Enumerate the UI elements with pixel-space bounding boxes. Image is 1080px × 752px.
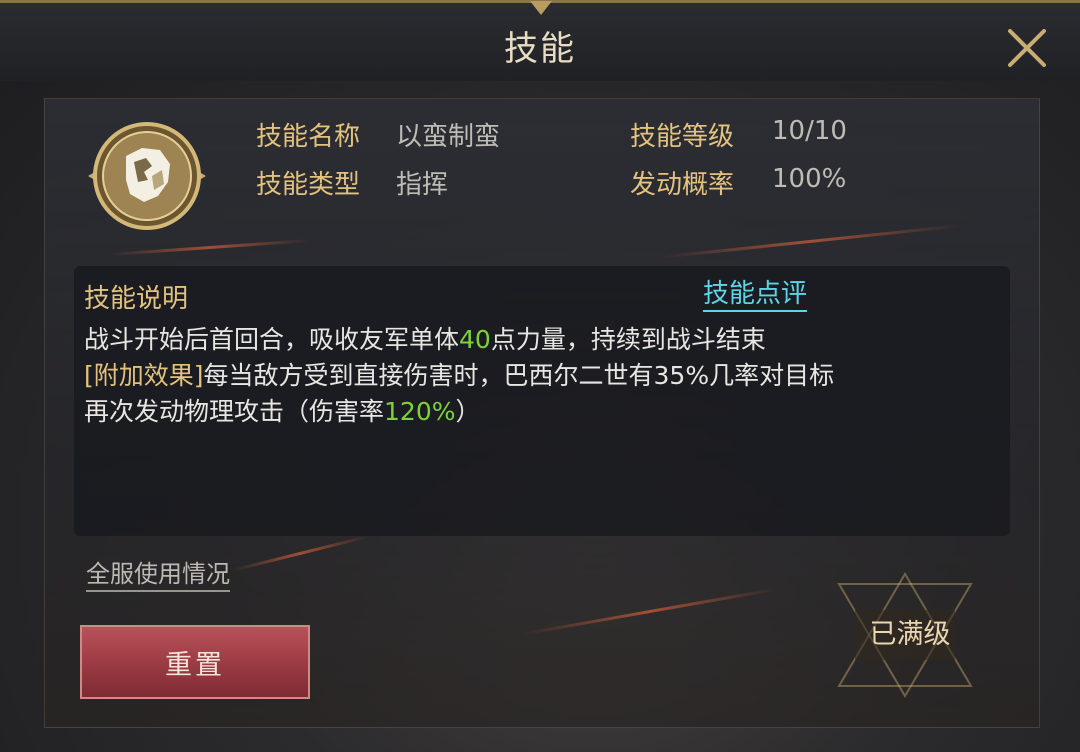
description-line-3: 再次发动物理攻击（伤害率120%） bbox=[84, 397, 481, 426]
title-bar: 技能 bbox=[0, 0, 1080, 81]
trigger-rate-value: 100% bbox=[772, 164, 847, 194]
server-usage-link[interactable]: 全服使用情况 bbox=[86, 558, 230, 592]
skill-level-label: 技能等级 bbox=[630, 122, 735, 152]
reset-button-label: 重置 bbox=[165, 649, 225, 681]
skill-name-label: 技能名称 bbox=[256, 122, 361, 152]
description-line-2: [附加效果]每当敌方受到直接伤害时，巴西尔二世有35%几率对目标 bbox=[84, 361, 835, 390]
skill-type-value: 指挥 bbox=[396, 170, 449, 200]
top-ornament-icon bbox=[530, 1, 552, 15]
description-text: 战斗开始后首回合，吸收友军单体40点力量，持续到战斗结束 [附加效果]每当敌方受… bbox=[84, 322, 994, 430]
skill-level-value: 10/10 bbox=[772, 116, 847, 146]
damage-rate-value: 120% bbox=[384, 397, 456, 426]
skill-name-value: 以蛮制蛮 bbox=[396, 122, 501, 152]
reset-button[interactable]: 重置 bbox=[80, 625, 310, 699]
close-icon[interactable] bbox=[1004, 25, 1050, 71]
skill-badge-icon bbox=[86, 120, 208, 232]
skill-type-label: 技能类型 bbox=[256, 170, 361, 200]
max-level-badge: 已满级 bbox=[869, 619, 951, 650]
trigger-rate-label: 发动概率 bbox=[630, 170, 735, 200]
description-line-1: 战斗开始后首回合，吸收友军单体40点力量，持续到战斗结束 bbox=[84, 325, 766, 354]
skill-review-link[interactable]: 技能点评 bbox=[703, 278, 808, 312]
strength-value: 40 bbox=[459, 325, 491, 354]
bonus-effect-tag: [附加效果] bbox=[84, 361, 204, 390]
window-title: 技能 bbox=[504, 29, 576, 69]
description-title: 技能说明 bbox=[84, 284, 189, 314]
